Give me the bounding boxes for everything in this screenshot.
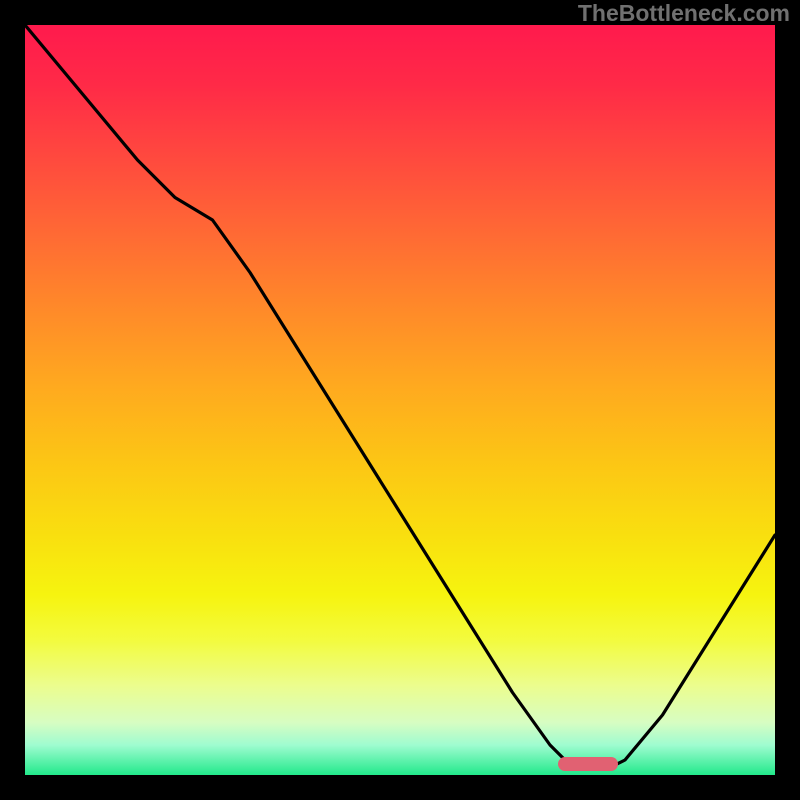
chart-frame: TheBottleneck.com <box>0 0 800 800</box>
curve-svg <box>25 25 775 775</box>
bottleneck-curve <box>25 25 775 768</box>
plot-area <box>25 25 775 775</box>
watermark-text: TheBottleneck.com <box>578 0 790 27</box>
optimal-marker <box>558 757 618 771</box>
